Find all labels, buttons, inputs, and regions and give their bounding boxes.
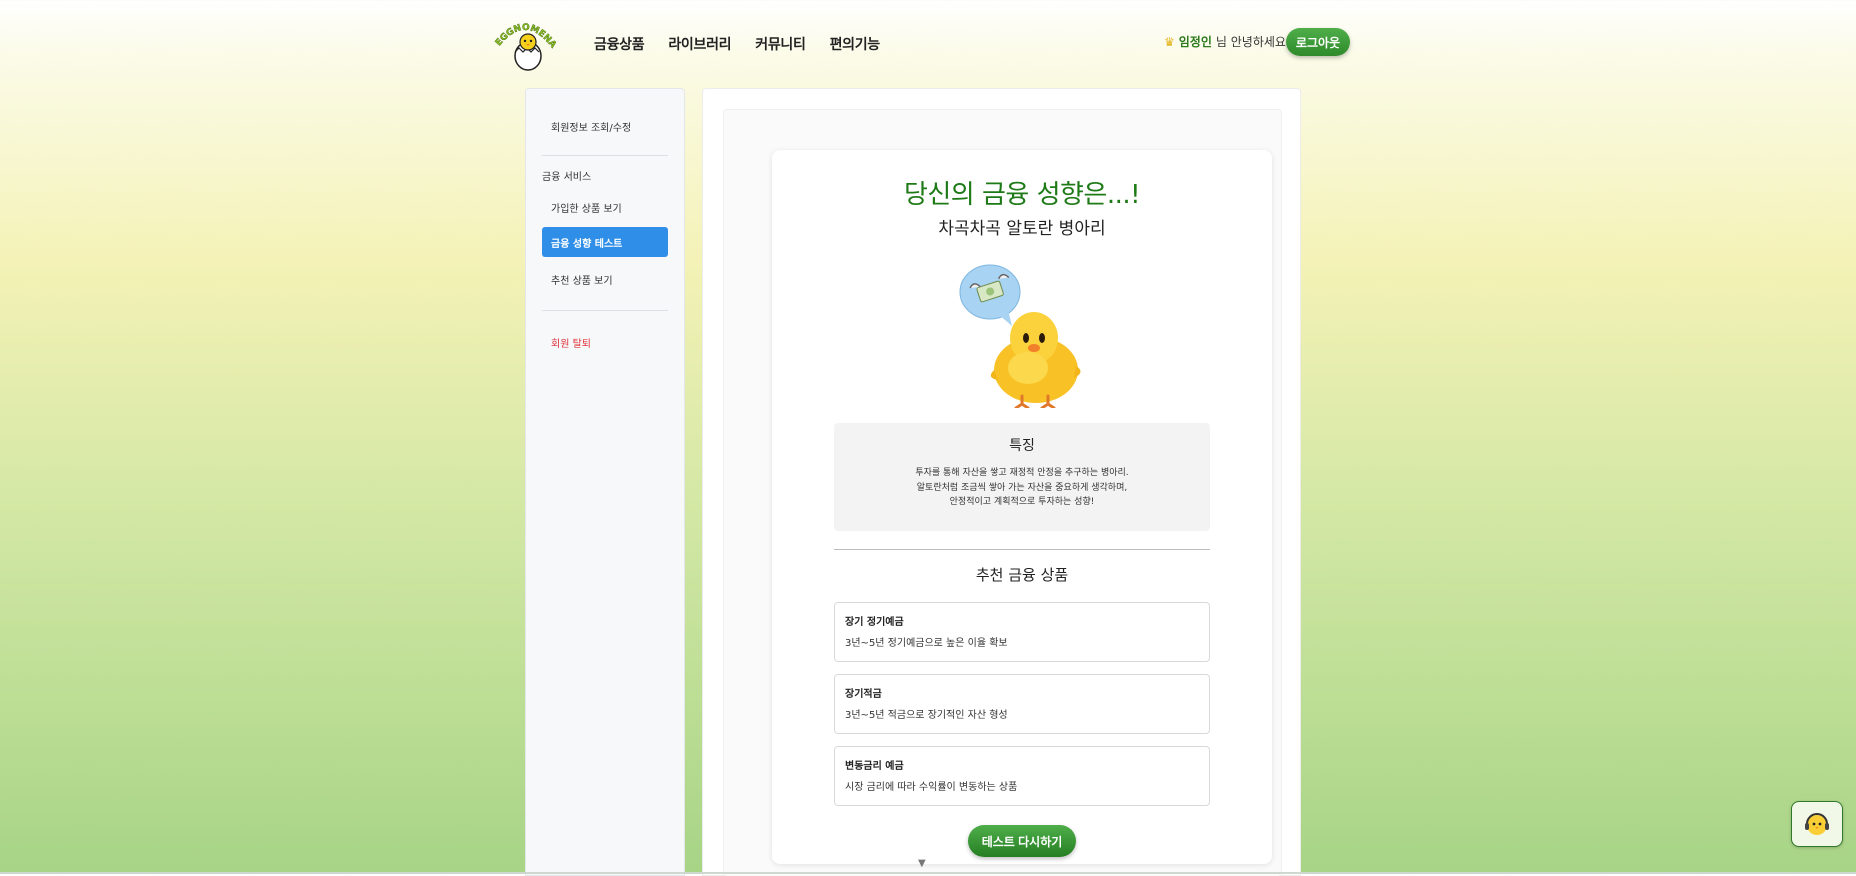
egg-chick-logo-icon: EGGNOMENA (494, 23, 558, 71)
feature-line: 안정적이고 계획적으로 투자하는 성향! (949, 497, 1095, 507)
retry-test-button[interactable]: 테스트 다시하기 (968, 825, 1076, 857)
hatching-chick-icon (959, 264, 1081, 408)
nav-convenience[interactable]: 편의기능 (830, 34, 881, 54)
sidebar-item-recommended-products[interactable]: 추천 상품 보기 (551, 272, 613, 287)
sidebar: 회원정보 조회/수정 금융 서비스 가입한 상품 보기 금융 성향 테스트 추천… (525, 88, 685, 876)
crown-icon: ♛ (1164, 34, 1175, 49)
scroll-down-icon[interactable]: ▼ (918, 858, 926, 869)
result-type-name: 차곡차곡 알토란 병아리 (938, 219, 1106, 239)
logout-button[interactable]: 로그아웃 (1286, 28, 1350, 56)
chick-headset-icon (1805, 813, 1829, 835)
product-name: 장기 정기예금 (845, 617, 904, 628)
helper-chat-button[interactable] (1791, 801, 1843, 847)
sidebar-item-financial-test[interactable]: 금융 성향 테스트 (542, 227, 668, 257)
sidebar-divider (542, 310, 668, 311)
result-card: 당신의 금융 성향은...! 차곡차곡 알토란 병아리 특징 투자를 통해 자산… (772, 150, 1272, 864)
recommend-title: 추천 금융 상품 (975, 566, 1069, 584)
sidebar-item-profile[interactable]: 회원정보 조회/수정 (551, 119, 631, 134)
product-desc: 시장 금리에 따라 수익률이 변동하는 상품 (845, 782, 1018, 793)
sidebar-item-withdraw[interactable]: 회원 탈퇴 (551, 335, 591, 350)
feature-line: 투자를 통해 자산을 쌓고 재정적 안정을 추구하는 병아리. (915, 468, 1129, 478)
sidebar-divider (542, 155, 668, 156)
product-name: 장기적금 (845, 689, 882, 700)
user-greeting: ♛ 임정인 님 안녕하세요! (1164, 33, 1291, 50)
product-name: 변동금리 예금 (845, 761, 904, 772)
product-desc: 3년~5년 적금으로 장기적인 자산 형성 (845, 710, 1008, 721)
sidebar-item-subscribed-products[interactable]: 가입한 상품 보기 (551, 200, 622, 215)
greeting-text: 님 안녕하세요! (1215, 35, 1291, 49)
nav-community[interactable]: 커뮤니티 (755, 34, 806, 54)
main-panel: 당신의 금융 성향은...! 차곡차곡 알토란 병아리 특징 투자를 통해 자산… (702, 88, 1301, 876)
sidebar-section-title: 금융 서비스 (542, 172, 592, 183)
product-card[interactable]: 변동금리 예금 시장 금리에 따라 수익률이 변동하는 상품 (834, 746, 1210, 806)
feature-title: 특징 (1009, 438, 1035, 454)
site-logo[interactable]: EGGNOMENA (492, 18, 558, 72)
user-name: 임정인 (1178, 35, 1212, 49)
feature-box: 특징 투자를 통해 자산을 쌓고 재정적 안정을 추구하는 병아리. 알토란처럼… (834, 423, 1210, 531)
section-divider (834, 549, 1210, 550)
nav-library[interactable]: 라이브러리 (668, 34, 731, 54)
product-card[interactable]: 장기적금 3년~5년 적금으로 장기적인 자산 형성 (834, 674, 1210, 734)
feature-line: 알토란처럼 조금씩 쌓아 가는 자산을 중요하게 생각하며, (916, 483, 1128, 493)
nav-financial-products[interactable]: 금융상품 (594, 34, 645, 54)
top-header: EGGNOMENA 금융상품 라이브러리 커뮤니티 편의기능 ♛ 임정인 님 안… (0, 0, 1856, 90)
product-desc: 3년~5년 정기예금으로 높은 이율 확보 (845, 638, 1008, 649)
product-card[interactable]: 장기 정기예금 3년~5년 정기예금으로 높은 이율 확보 (834, 602, 1210, 662)
main-nav: 금융상품 라이브러리 커뮤니티 편의기능 (594, 34, 880, 54)
result-title: 당신의 금융 성향은...! (903, 180, 1141, 210)
content-frame: 당신의 금융 성향은...! 차곡차곡 알토란 병아리 특징 투자를 통해 자산… (723, 109, 1282, 876)
